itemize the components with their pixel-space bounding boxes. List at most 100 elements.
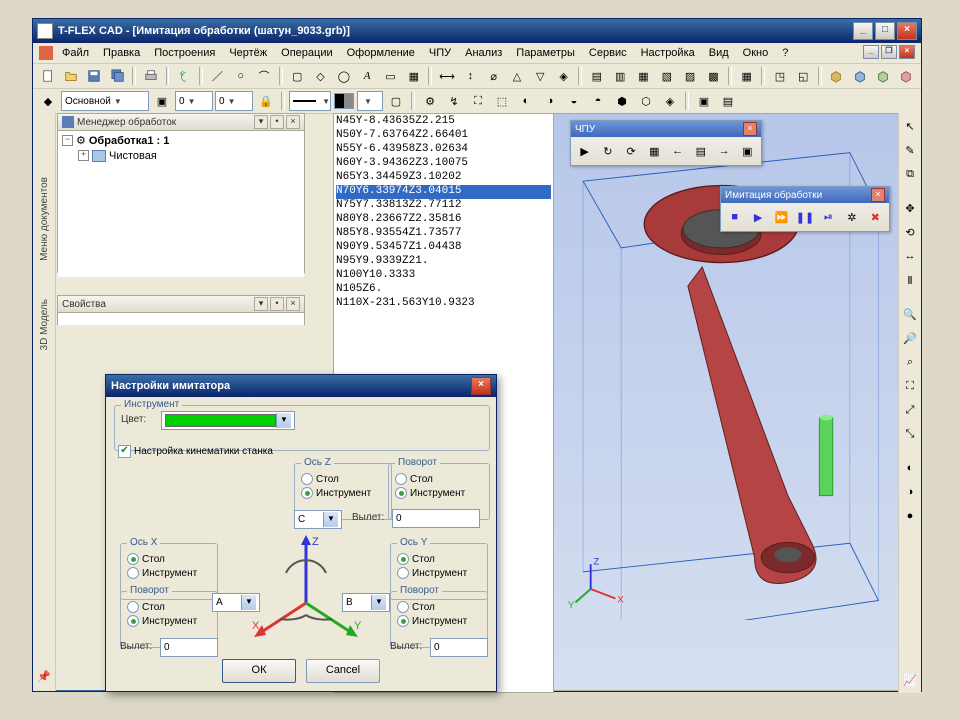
menu-design[interactable]: Оформление (342, 46, 420, 60)
nc-line[interactable]: N65Y3.34459Z3.10202 (336, 171, 551, 185)
radio-roty-stol[interactable]: Стол (397, 600, 481, 614)
text-icon[interactable]: A (357, 65, 378, 87)
layer-props-icon[interactable]: ▣ (151, 90, 173, 112)
sim-float-toolbar[interactable]: Имитация обработки× ■ ▶ ⏩ ❚❚ ⏯ ✲ ✖ (720, 186, 890, 232)
mdi-close-button[interactable]: × (899, 45, 915, 59)
color-icon[interactable] (333, 90, 355, 112)
zoom-icon[interactable]: ⤡ (899, 423, 921, 445)
tool-icon[interactable]: ▨ (679, 65, 700, 87)
tool-icon[interactable]: ▦ (403, 65, 424, 87)
render-icon[interactable]: ◐ (899, 457, 921, 479)
cnc-btn-icon[interactable]: ↻ (597, 140, 618, 162)
tool-icon[interactable]: ▤ (586, 65, 607, 87)
nc-line[interactable]: N50Y-7.63764Z2.66401 (336, 129, 551, 143)
cnc-tool-icon[interactable]: ◑ (539, 90, 561, 112)
cnc-tool-icon[interactable]: ⬡ (635, 90, 657, 112)
panel-menu-icon[interactable]: ▾ (254, 297, 268, 311)
cnc-tool-icon[interactable]: ◐ (515, 90, 537, 112)
tab-documents[interactable]: Меню документов (39, 173, 50, 265)
cnc-tool-icon[interactable]: ▣ (693, 90, 715, 112)
pin-icon[interactable]: 📌 (33, 665, 55, 687)
radio-rotx-instr[interactable]: Инструмент (127, 614, 211, 628)
cnc-tool-icon[interactable]: ⛶ (467, 90, 489, 112)
tool-icon[interactable]: ▢ (385, 90, 407, 112)
layer-icon[interactable]: ◆ (37, 90, 59, 112)
cube-icon[interactable] (849, 65, 870, 87)
cnc-float-toolbar[interactable]: ЧПУ× ▶ ↻ ⟳ ▦ ← ▤ → ▣ (570, 120, 762, 166)
cnc-tool-icon[interactable]: ⬢ (611, 90, 633, 112)
nc-line[interactable]: N105Z6. (336, 283, 551, 297)
menu-edit[interactable]: Правка (98, 46, 145, 60)
pointer-icon[interactable]: ↖ (899, 115, 921, 137)
pencil-icon[interactable]: ✎ (899, 139, 921, 161)
menu-help[interactable]: ? (777, 46, 793, 60)
nc-line[interactable]: N85Y8.93554Z1.73577 (336, 227, 551, 241)
mdi-restore-button[interactable]: ❐ (881, 45, 897, 59)
cnc-btn-icon[interactable]: ▶ (574, 140, 595, 162)
linetype-combo[interactable]: ▼ (289, 91, 331, 111)
dialog-close-button[interactable]: × (471, 377, 491, 395)
arrow-right-icon[interactable]: → (714, 140, 735, 162)
cnc-btn-icon[interactable]: ▦ (644, 140, 665, 162)
nc-line[interactable]: N90Y9.53457Z1.04438 (336, 241, 551, 255)
print-icon[interactable] (140, 65, 161, 87)
tool-icon[interactable]: ◇ (310, 65, 331, 87)
cancel-icon[interactable]: ✖ (865, 206, 886, 228)
cnc-tool-icon[interactable]: ⬚ (491, 90, 513, 112)
lock-icon[interactable]: 🔒 (255, 90, 277, 112)
nc-line[interactable]: N60Y-3.94362Z3.10075 (336, 157, 551, 171)
nc-line[interactable]: N100Y10.3333 (336, 269, 551, 283)
menu-service[interactable]: Сервис (584, 46, 632, 60)
line-icon[interactable]: ／ (207, 65, 228, 87)
tool-icon[interactable]: ⌀ (483, 65, 504, 87)
tool-icon[interactable]: ▥ (610, 65, 631, 87)
tab-3d-model[interactable]: 3D Модель (39, 295, 50, 354)
sim-float-title[interactable]: Имитация обработки× (721, 187, 889, 203)
fan-icon[interactable]: ✲ (841, 206, 862, 228)
mdi-minimize-button[interactable]: _ (863, 45, 879, 59)
tool-icon[interactable]: △ (506, 65, 527, 87)
cnc-tool-icon[interactable]: ◒ (563, 90, 585, 112)
tool-icon[interactable]: ◯ (333, 65, 354, 87)
tool-icon[interactable]: ✥ (899, 197, 921, 219)
tool-icon[interactable]: ▭ (380, 65, 401, 87)
dim-icon[interactable]: ⟷ (436, 65, 457, 87)
render-icon[interactable]: ◑ (899, 481, 921, 503)
vylet-y-input[interactable] (430, 638, 488, 657)
step-icon[interactable]: ⏯ (818, 206, 839, 228)
panel-pin-icon[interactable]: • (270, 115, 284, 129)
save-icon[interactable] (84, 65, 105, 87)
close-icon[interactable]: × (871, 188, 885, 202)
radio-x-stol[interactable]: Стол (127, 552, 211, 566)
cnc-tool-icon[interactable]: ⚙ (419, 90, 441, 112)
cnc-btn-icon[interactable]: ▤ (690, 140, 711, 162)
zoom-out-icon[interactable]: 🔎 (899, 327, 921, 349)
tool-icon[interactable]: ▢ (287, 65, 308, 87)
menu-cnc[interactable]: ЧПУ (424, 46, 456, 60)
radio-x-instr[interactable]: Инструмент (127, 566, 211, 580)
cube-icon[interactable] (826, 65, 847, 87)
nc-line[interactable]: N80Y8.23667Z2.35816 (336, 213, 551, 227)
level-input-2[interactable]: 0▼ (215, 91, 253, 111)
cnc-tool-icon[interactable]: ◈ (659, 90, 681, 112)
zoom-fit-icon[interactable]: ⛶ (899, 375, 921, 397)
tool-icon[interactable]: ▧ (656, 65, 677, 87)
tool-icon[interactable]: ↔ (899, 245, 921, 267)
new-icon[interactable] (37, 65, 58, 87)
cnc-tool-icon[interactable]: ◓ (587, 90, 609, 112)
view-icon[interactable]: ◱ (793, 65, 814, 87)
dialog-titlebar[interactable]: Настройки имитатора × (106, 375, 496, 397)
axis-c-combo[interactable]: C▼ (294, 510, 342, 529)
arrow-left-icon[interactable]: ← (667, 140, 688, 162)
color-combo[interactable]: ▼ (161, 411, 295, 430)
menu-window[interactable]: Окно (738, 46, 774, 60)
3d-viewport[interactable]: X Y Z ЧПУ× ▶ ↻ ⟳ ▦ ← ▤ → (553, 113, 899, 691)
nc-line[interactable]: N55Y-6.43958Z3.02634 (336, 143, 551, 157)
cnc-tool-icon[interactable]: ↯ (443, 90, 465, 112)
menu-params[interactable]: Параметры (511, 46, 580, 60)
menu-view[interactable]: Вид (704, 46, 734, 60)
magnet-icon[interactable]: ⧉ (899, 163, 921, 185)
kinematics-checkbox[interactable]: ✔Настройка кинематики станка (118, 445, 273, 458)
stop-icon[interactable]: ■ (724, 206, 745, 228)
radio-y-stol[interactable]: Стол (397, 552, 481, 566)
